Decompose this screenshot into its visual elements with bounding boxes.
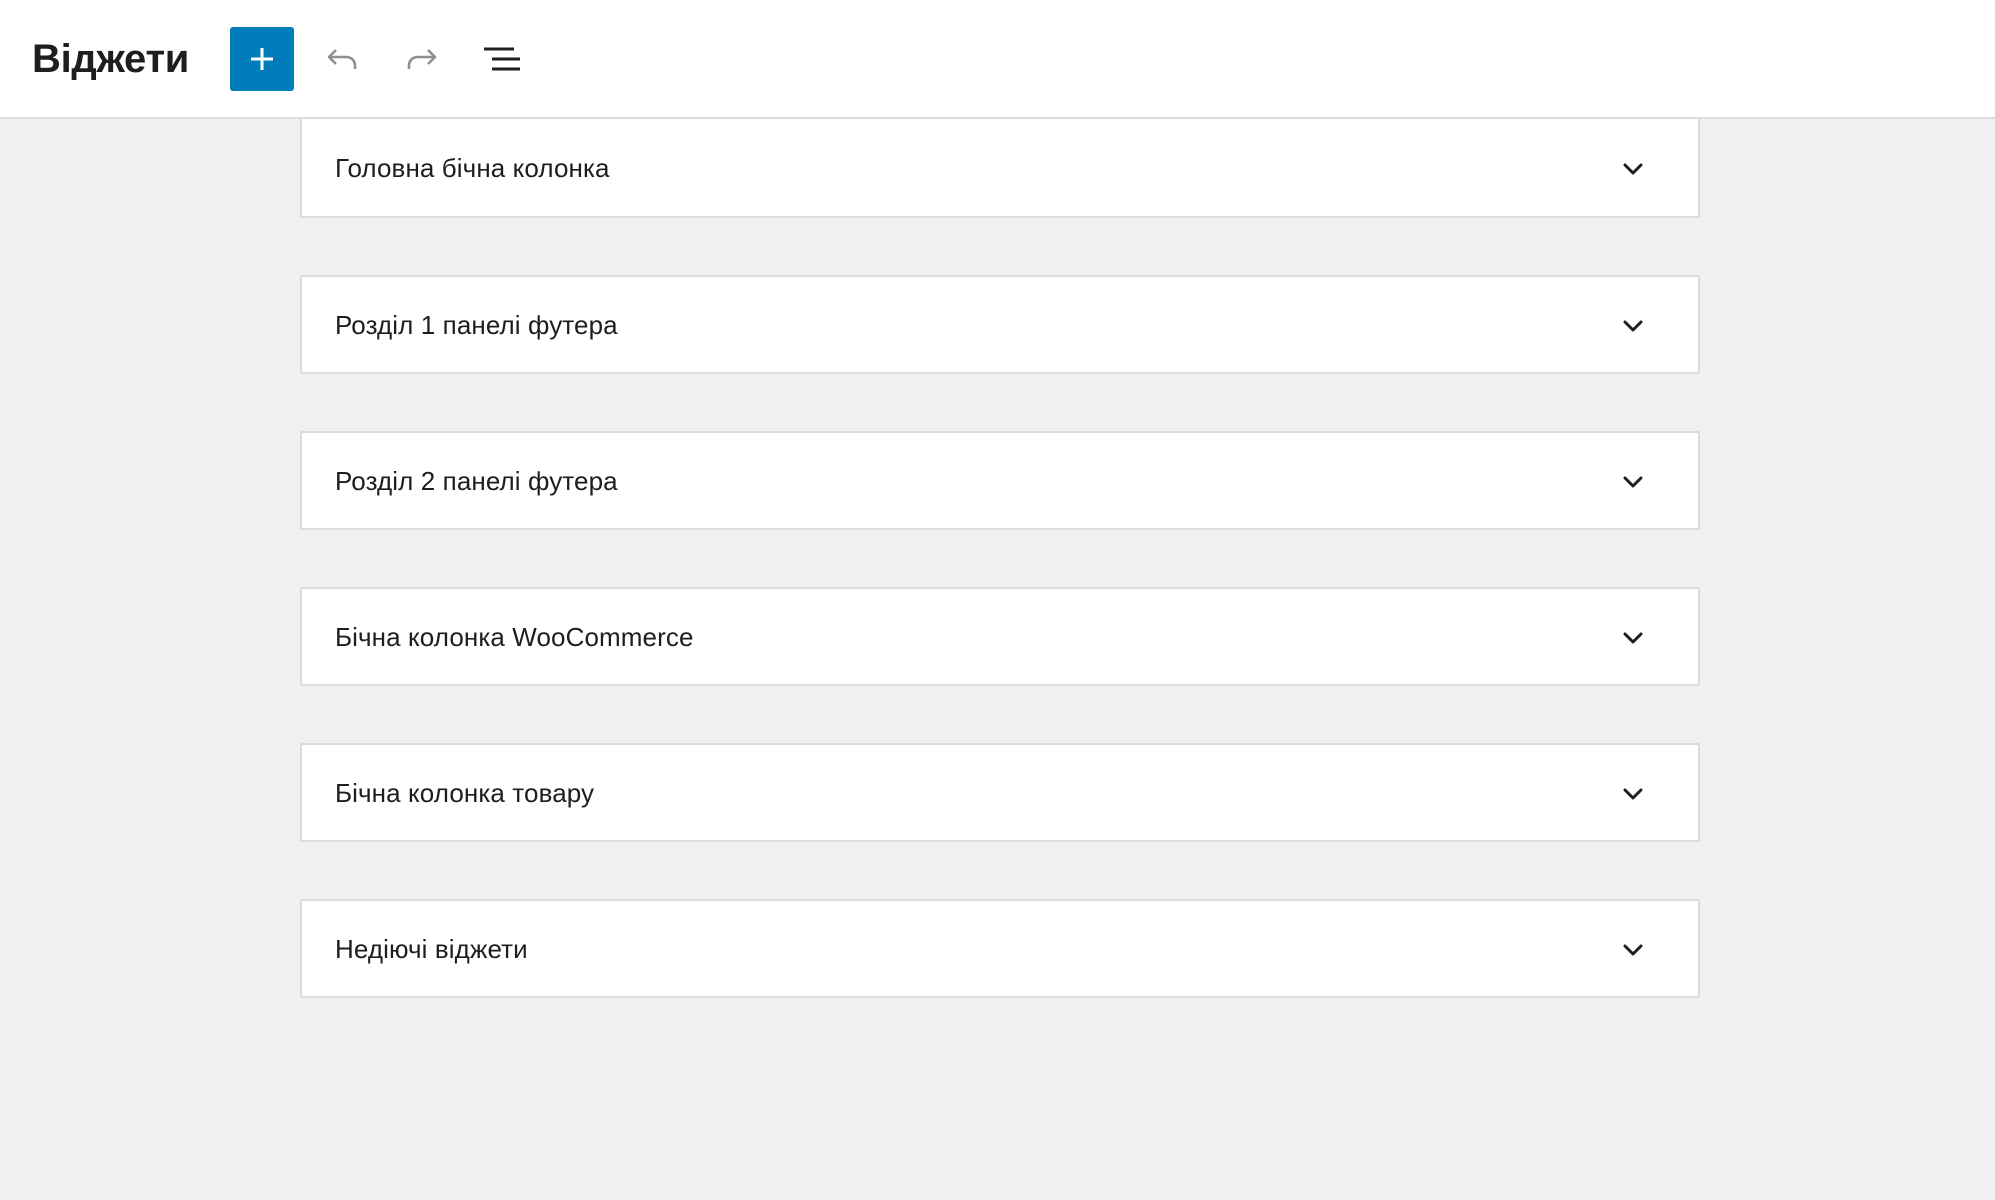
widget-area-label: Бічна колонка товару (335, 778, 595, 808)
header-toolbar: Віджети (0, 0, 1995, 119)
undo-icon (327, 49, 357, 69)
list-view-button[interactable] (470, 27, 534, 91)
widget-area-woocommerce-sidebar[interactable]: Бічна колонка WooCommerce (300, 587, 1700, 686)
page-title: Віджети (32, 37, 190, 81)
widget-area-label: Бічна колонка WooCommerce (335, 622, 694, 652)
add-block-button[interactable] (230, 27, 294, 91)
chevron-down-icon[interactable] (1618, 154, 1648, 184)
widget-areas-list: Головна бічна колонка Розділ 1 панелі фу… (300, 119, 1700, 1055)
widget-area-footer-1[interactable]: Розділ 1 панелі футера (300, 275, 1700, 374)
redo-icon (407, 49, 437, 69)
widget-area-footer-2[interactable]: Розділ 2 панелі футера (300, 431, 1700, 530)
list-view-icon (484, 47, 520, 71)
chevron-down-icon[interactable] (1618, 311, 1648, 341)
widget-area-product-sidebar[interactable]: Бічна колонка товару (300, 743, 1700, 842)
chevron-down-icon[interactable] (1618, 467, 1648, 497)
widget-area-label: Розділ 2 панелі футера (335, 466, 618, 496)
widget-area-inactive-widgets[interactable]: Недіючі віджети (300, 899, 1700, 998)
plus-icon (251, 48, 273, 70)
widget-area-label: Головна бічна колонка (335, 153, 610, 183)
widget-area-label: Розділ 1 панелі футера (335, 310, 618, 340)
chevron-down-icon[interactable] (1618, 935, 1648, 965)
widget-area-label: Недіючі віджети (335, 934, 528, 964)
widget-area-main-sidebar[interactable]: Головна бічна колонка (300, 119, 1700, 218)
chevron-down-icon[interactable] (1618, 623, 1648, 653)
redo-button[interactable] (390, 27, 454, 91)
chevron-down-icon[interactable] (1618, 779, 1648, 809)
undo-button[interactable] (310, 27, 374, 91)
